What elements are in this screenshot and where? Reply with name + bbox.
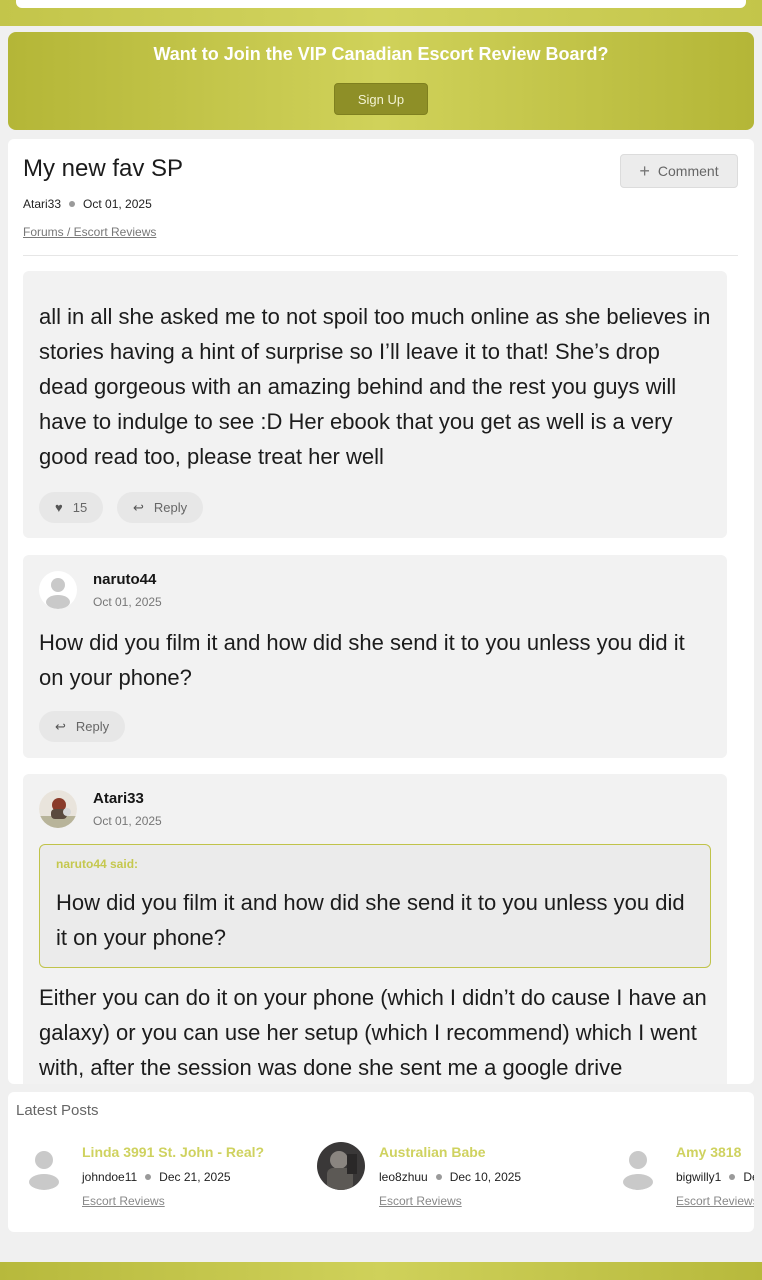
avatar[interactable] (39, 571, 77, 609)
like-count: 15 (72, 500, 88, 515)
post-author[interactable]: naruto44 (93, 571, 156, 588)
latest-post-title[interactable]: Amy 3818 (676, 1144, 741, 1160)
like-button[interactable]: ♥ 15 (39, 492, 104, 523)
comment-button-label: Comment (657, 163, 719, 179)
post-date: Oct 01, 2025 (93, 814, 162, 828)
latest-post-author[interactable]: bigwilly1 (676, 1170, 721, 1184)
latest-post-category[interactable]: Escort Reviews (379, 1194, 462, 1208)
thread-title: My new fav SP (23, 155, 184, 182)
latest-post-title[interactable]: Linda 3991 St. John - Real? (82, 1144, 264, 1160)
latest-posts-heading: Latest Posts (16, 1102, 99, 1119)
latest-post-category[interactable]: Escort Reviews (676, 1194, 754, 1208)
avatar[interactable] (39, 790, 77, 828)
latest-post-meta: bigwilly1 Dec (676, 1170, 754, 1184)
thread-date: Oct 01, 2025 (83, 197, 152, 211)
post-reply: Atari33 Oct 01, 2025 naruto44 said: How … (23, 774, 727, 1084)
plus-icon: + (639, 161, 650, 181)
post-original: all in all she asked me to not spoil too… (23, 271, 727, 538)
thread-card: My new fav SP + Comment Atari33 Oct 01, 2… (8, 139, 754, 1084)
latest-post-date: Dec 10, 2025 (449, 1170, 522, 1184)
quote-author[interactable]: naruto44 said: (56, 857, 138, 871)
reply-label: Reply (153, 500, 188, 515)
bottom-bar (0, 1262, 762, 1280)
latest-posts-section: Latest Posts Linda 3991 St. John - Real?… (8, 1092, 754, 1232)
reply-arrow-icon: ↩ (55, 719, 66, 734)
reply-button[interactable]: ↩ Reply (117, 492, 204, 523)
meta-separator-dot (435, 1174, 442, 1180)
meta-separator-dot (729, 1174, 736, 1180)
latest-post-meta: johndoe11 Dec 21, 2025 (82, 1170, 231, 1184)
post-author[interactable]: Atari33 (93, 790, 144, 807)
latest-post-item[interactable]: Linda 3991 St. John - Real? johndoe11 De… (8, 1142, 298, 1222)
breadcrumb[interactable]: Forums / Escort Reviews (23, 225, 156, 239)
meta-separator-dot (69, 201, 76, 207)
latest-post-item[interactable]: Australian Babe leo8zhuu Dec 10, 2025 Es… (305, 1142, 595, 1222)
reply-label: Reply (75, 719, 110, 734)
latest-post-category[interactable]: Escort Reviews (82, 1194, 165, 1208)
post-body: How did you film it and how did she send… (39, 630, 685, 690)
meta-separator-dot (145, 1174, 152, 1180)
reply-arrow-icon: ↩ (133, 500, 144, 515)
latest-post-author[interactable]: johndoe11 (82, 1170, 137, 1184)
latest-post-author[interactable]: leo8zhuu (379, 1170, 428, 1184)
vip-banner: Want to Join the VIP Canadian Escort Rev… (8, 32, 754, 130)
quote-block: naruto44 said: How did you film it and h… (39, 844, 711, 968)
latest-post-title[interactable]: Australian Babe (379, 1144, 486, 1160)
post-reply: naruto44 Oct 01, 2025 How did you film i… (23, 555, 727, 758)
reply-button[interactable]: ↩ Reply (39, 711, 126, 742)
quote-text: How did you film it and how did she send… (56, 890, 685, 950)
post-body: all in all she asked me to not spoil too… (39, 304, 711, 469)
latest-post-meta: leo8zhuu Dec 10, 2025 (379, 1170, 521, 1184)
post-date: Oct 01, 2025 (93, 595, 162, 609)
comment-button[interactable]: + Comment (620, 154, 738, 188)
latest-post-date: Dec (743, 1170, 754, 1184)
post-body: Either you can do it on your phone (whic… (39, 985, 707, 1080)
avatar[interactable] (614, 1142, 662, 1190)
header-divider (23, 255, 738, 256)
signup-button[interactable]: Sign Up (334, 83, 428, 115)
avatar[interactable] (20, 1142, 68, 1190)
avatar[interactable] (317, 1142, 365, 1190)
heart-icon: ♥ (55, 500, 63, 515)
thread-meta: Atari33 Oct 01, 2025 (23, 197, 152, 211)
latest-post-date: Dec 21, 2025 (159, 1170, 231, 1184)
search-bar-edge[interactable] (16, 0, 746, 8)
latest-post-item[interactable]: Amy 3818 bigwilly1 Dec Escort Reviews (602, 1142, 754, 1222)
thread-author[interactable]: Atari33 (23, 197, 61, 211)
vip-banner-title: Want to Join the VIP Canadian Escort Rev… (153, 44, 609, 64)
